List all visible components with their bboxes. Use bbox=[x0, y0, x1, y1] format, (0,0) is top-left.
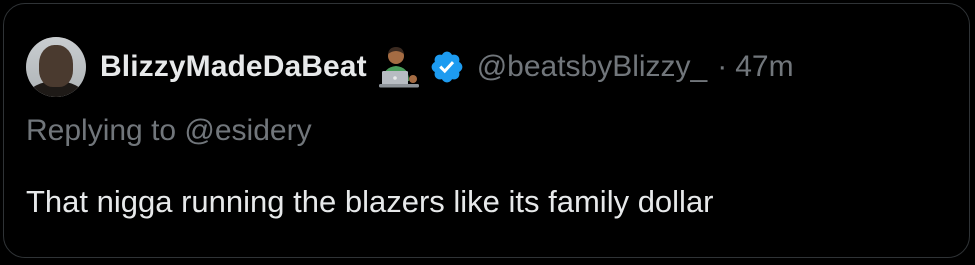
tweet-card[interactable]: BlizzyMadeDaBeat @beatsbyBlizzy_ · 47m R… bbox=[3, 3, 970, 258]
display-name[interactable]: BlizzyMadeDaBeat bbox=[100, 50, 367, 84]
verified-badge-icon[interactable] bbox=[429, 49, 465, 85]
technologist-icon bbox=[377, 45, 421, 89]
timestamp[interactable]: 47m bbox=[735, 50, 793, 84]
tweet-text: That nigga running the blazers like its … bbox=[26, 184, 714, 219]
tweet-header: BlizzyMadeDaBeat @beatsbyBlizzy_ · 47m bbox=[26, 35, 794, 99]
avatar[interactable] bbox=[26, 37, 86, 97]
separator-dot: · bbox=[717, 50, 728, 83]
user-handle[interactable]: @beatsbyBlizzy_ bbox=[477, 50, 708, 84]
replying-to[interactable]: Replying to @esidery bbox=[26, 114, 312, 148]
